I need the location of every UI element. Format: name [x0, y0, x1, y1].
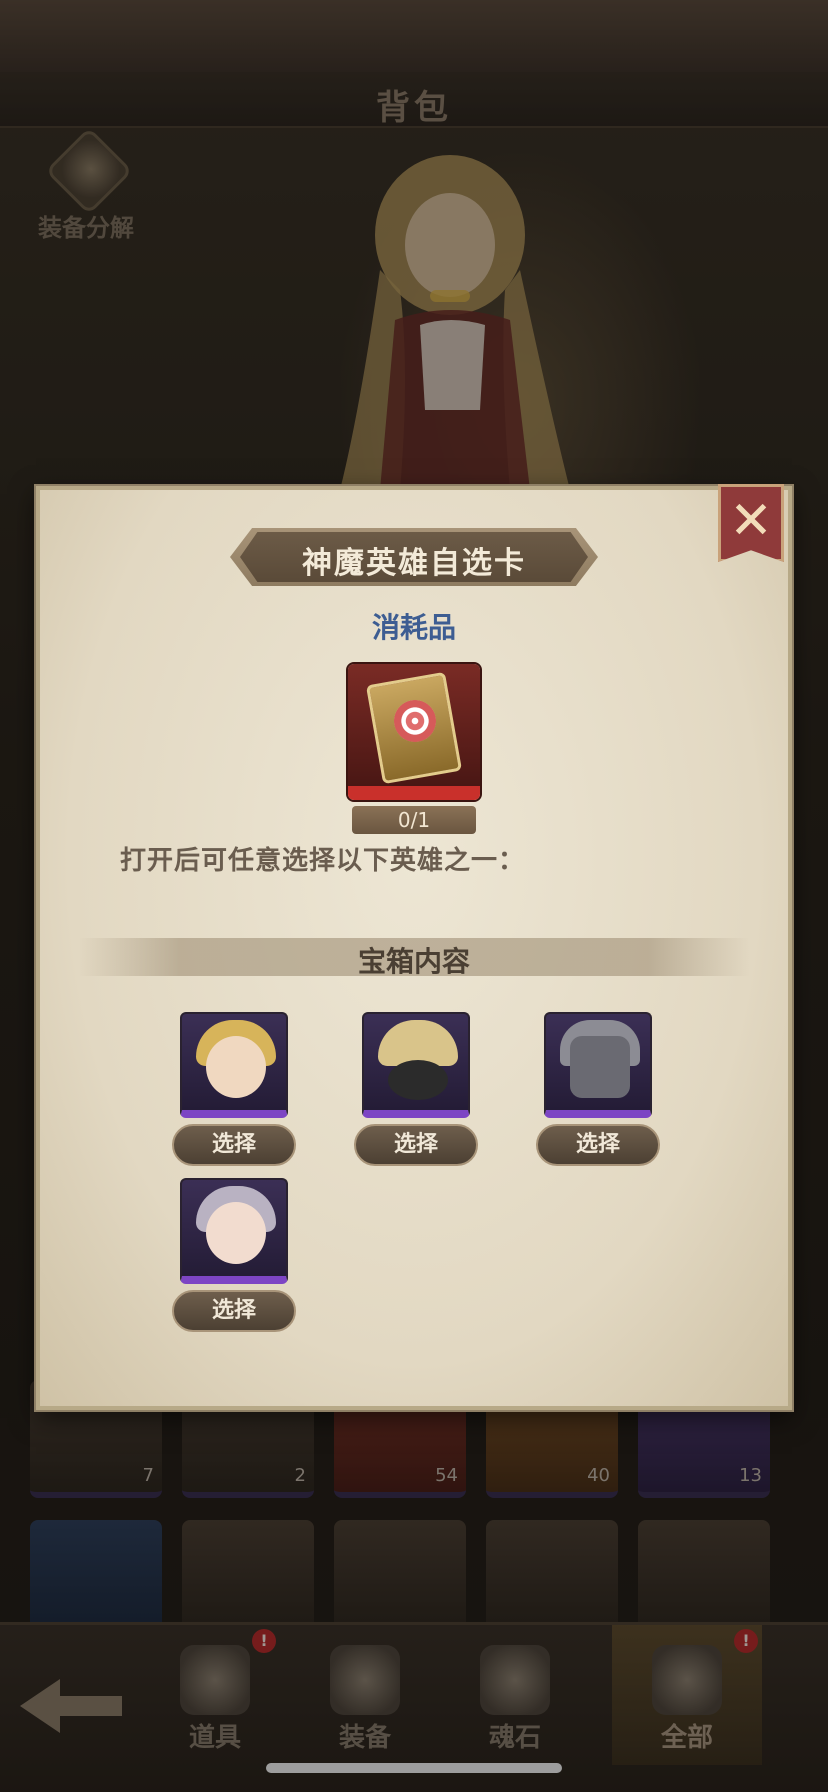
section-title: 宝箱内容	[357, 945, 470, 978]
hero-portrait-masked-swordsman[interactable]	[362, 1012, 470, 1118]
select-button[interactable]: 选择	[354, 1124, 478, 1166]
item-count: 0/1	[352, 806, 476, 834]
hero-portrait-horned-knight[interactable]	[544, 1012, 652, 1118]
close-button[interactable]: ✕	[718, 484, 784, 562]
close-icon: ✕	[729, 491, 773, 551]
swirl-emblem-icon	[394, 700, 436, 742]
hero-option: 选择	[172, 1178, 296, 1338]
dialog-title: 神魔英雄自选卡	[302, 546, 526, 581]
select-button[interactable]: 选择	[536, 1124, 660, 1166]
hero-option: 选择	[354, 1012, 478, 1172]
item-description: 打开后可任意选择以下英雄之一：	[120, 846, 526, 876]
hero-option: 选择	[536, 1012, 660, 1172]
hero-option: 选择	[172, 1012, 296, 1172]
select-button[interactable]: 选择	[172, 1290, 296, 1332]
hero-portrait-demon-girl[interactable]	[180, 1178, 288, 1284]
select-button[interactable]: 选择	[172, 1124, 296, 1166]
hero-portrait-blonde-heroine[interactable]	[180, 1012, 288, 1118]
item-type: 消耗品	[371, 611, 456, 644]
